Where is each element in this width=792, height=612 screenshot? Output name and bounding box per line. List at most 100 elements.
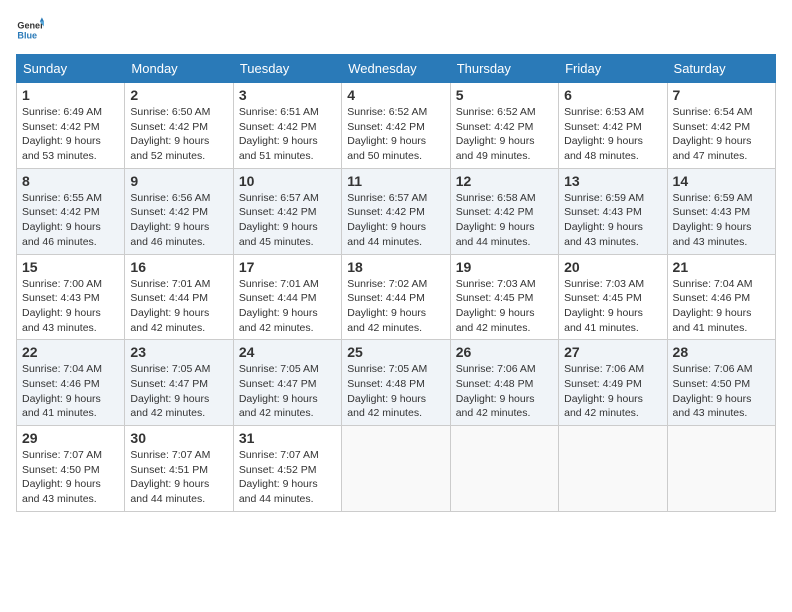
day-cell: 12 Sunrise: 6:58 AMSunset: 4:42 PMDayligh… xyxy=(450,168,558,254)
day-cell xyxy=(342,426,450,512)
day-number: 23 xyxy=(130,344,227,360)
day-cell: 4 Sunrise: 6:52 AMSunset: 4:42 PMDaylight… xyxy=(342,83,450,169)
day-info: Sunrise: 7:05 AMSunset: 4:48 PMDaylight:… xyxy=(347,362,444,421)
day-number: 15 xyxy=(22,259,119,275)
day-info: Sunrise: 6:55 AMSunset: 4:42 PMDaylight:… xyxy=(22,191,119,250)
day-info: Sunrise: 7:01 AMSunset: 4:44 PMDaylight:… xyxy=(130,277,227,336)
svg-text:General: General xyxy=(17,21,44,31)
day-info: Sunrise: 7:04 AMSunset: 4:46 PMDaylight:… xyxy=(673,277,770,336)
day-info: Sunrise: 6:54 AMSunset: 4:42 PMDaylight:… xyxy=(673,105,770,164)
day-cell: 1 Sunrise: 6:49 AMSunset: 4:42 PMDaylight… xyxy=(17,83,125,169)
day-info: Sunrise: 7:05 AMSunset: 4:47 PMDaylight:… xyxy=(130,362,227,421)
day-info: Sunrise: 7:06 AMSunset: 4:48 PMDaylight:… xyxy=(456,362,553,421)
day-cell: 8 Sunrise: 6:55 AMSunset: 4:42 PMDaylight… xyxy=(17,168,125,254)
weekday-header-sunday: Sunday xyxy=(17,55,125,83)
day-info: Sunrise: 7:07 AMSunset: 4:51 PMDaylight:… xyxy=(130,448,227,507)
day-cell: 28 Sunrise: 7:06 AMSunset: 4:50 PMDayligh… xyxy=(667,340,775,426)
day-info: Sunrise: 6:56 AMSunset: 4:42 PMDaylight:… xyxy=(130,191,227,250)
day-cell: 29 Sunrise: 7:07 AMSunset: 4:50 PMDayligh… xyxy=(17,426,125,512)
week-row-5: 29 Sunrise: 7:07 AMSunset: 4:50 PMDayligh… xyxy=(17,426,776,512)
day-cell: 30 Sunrise: 7:07 AMSunset: 4:51 PMDayligh… xyxy=(125,426,233,512)
day-cell: 27 Sunrise: 7:06 AMSunset: 4:49 PMDayligh… xyxy=(559,340,667,426)
day-number: 25 xyxy=(347,344,444,360)
day-cell: 2 Sunrise: 6:50 AMSunset: 4:42 PMDaylight… xyxy=(125,83,233,169)
day-cell: 22Sunrise: 7:04 AMSunset: 4:46 PMDayligh… xyxy=(17,340,125,426)
day-cell: 25 Sunrise: 7:05 AMSunset: 4:48 PMDayligh… xyxy=(342,340,450,426)
day-number: 24 xyxy=(239,344,336,360)
day-info: Sunrise: 6:53 AMSunset: 4:42 PMDaylight:… xyxy=(564,105,661,164)
weekday-header-monday: Monday xyxy=(125,55,233,83)
week-row-2: 8 Sunrise: 6:55 AMSunset: 4:42 PMDaylight… xyxy=(17,168,776,254)
day-number: 26 xyxy=(456,344,553,360)
day-number: 10 xyxy=(239,173,336,189)
day-info: Sunrise: 6:50 AMSunset: 4:42 PMDaylight:… xyxy=(130,105,227,164)
day-number: 14 xyxy=(673,173,770,189)
day-info: Sunrise: 7:07 AMSunset: 4:52 PMDaylight:… xyxy=(239,448,336,507)
day-info: Sunrise: 7:00 AMSunset: 4:43 PMDaylight:… xyxy=(22,277,119,336)
day-number: 6 xyxy=(564,87,661,103)
day-info: Sunrise: 6:59 AMSunset: 4:43 PMDaylight:… xyxy=(564,191,661,250)
weekday-header-wednesday: Wednesday xyxy=(342,55,450,83)
day-cell: 23 Sunrise: 7:05 AMSunset: 4:47 PMDayligh… xyxy=(125,340,233,426)
day-number: 9 xyxy=(130,173,227,189)
day-number: 7 xyxy=(673,87,770,103)
day-info: Sunrise: 7:05 AMSunset: 4:47 PMDaylight:… xyxy=(239,362,336,421)
day-number: 4 xyxy=(347,87,444,103)
day-number: 8 xyxy=(22,173,119,189)
day-cell: 10 Sunrise: 6:57 AMSunset: 4:42 PMDayligh… xyxy=(233,168,341,254)
day-number: 17 xyxy=(239,259,336,275)
day-number: 12 xyxy=(456,173,553,189)
day-cell xyxy=(667,426,775,512)
day-number: 22 xyxy=(22,344,119,360)
day-number: 1 xyxy=(22,87,119,103)
day-info: Sunrise: 6:52 AMSunset: 4:42 PMDaylight:… xyxy=(347,105,444,164)
day-number: 16 xyxy=(130,259,227,275)
day-cell: 15 Sunrise: 7:00 AMSunset: 4:43 PMDayligh… xyxy=(17,254,125,340)
day-cell: 3 Sunrise: 6:51 AMSunset: 4:42 PMDaylight… xyxy=(233,83,341,169)
day-number: 27 xyxy=(564,344,661,360)
header: General Blue xyxy=(16,16,776,44)
day-number: 2 xyxy=(130,87,227,103)
day-info: Sunrise: 7:03 AMSunset: 4:45 PMDaylight:… xyxy=(564,277,661,336)
day-info: Sunrise: 7:06 AMSunset: 4:49 PMDaylight:… xyxy=(564,362,661,421)
day-info: Sunrise: 6:49 AMSunset: 4:42 PMDaylight:… xyxy=(22,105,119,164)
day-cell xyxy=(559,426,667,512)
day-number: 18 xyxy=(347,259,444,275)
day-cell xyxy=(450,426,558,512)
day-info: Sunrise: 7:06 AMSunset: 4:50 PMDaylight:… xyxy=(673,362,770,421)
day-cell: 24 Sunrise: 7:05 AMSunset: 4:47 PMDayligh… xyxy=(233,340,341,426)
day-number: 13 xyxy=(564,173,661,189)
logo-icon: General Blue xyxy=(16,16,44,44)
day-number: 3 xyxy=(239,87,336,103)
weekday-header-tuesday: Tuesday xyxy=(233,55,341,83)
week-row-1: 1 Sunrise: 6:49 AMSunset: 4:42 PMDaylight… xyxy=(17,83,776,169)
day-cell: 18 Sunrise: 7:02 AMSunset: 4:44 PMDayligh… xyxy=(342,254,450,340)
day-info: Sunrise: 6:57 AMSunset: 4:42 PMDaylight:… xyxy=(239,191,336,250)
day-info: Sunrise: 6:51 AMSunset: 4:42 PMDaylight:… xyxy=(239,105,336,164)
day-cell: 17 Sunrise: 7:01 AMSunset: 4:44 PMDayligh… xyxy=(233,254,341,340)
day-number: 5 xyxy=(456,87,553,103)
day-info: Sunrise: 7:03 AMSunset: 4:45 PMDaylight:… xyxy=(456,277,553,336)
day-info: Sunrise: 6:58 AMSunset: 4:42 PMDaylight:… xyxy=(456,191,553,250)
day-cell: 26 Sunrise: 7:06 AMSunset: 4:48 PMDayligh… xyxy=(450,340,558,426)
day-info: Sunrise: 7:01 AMSunset: 4:44 PMDaylight:… xyxy=(239,277,336,336)
day-number: 11 xyxy=(347,173,444,189)
week-row-4: 22Sunrise: 7:04 AMSunset: 4:46 PMDayligh… xyxy=(17,340,776,426)
weekday-header-saturday: Saturday xyxy=(667,55,775,83)
day-info: Sunrise: 7:07 AMSunset: 4:50 PMDaylight:… xyxy=(22,448,119,507)
day-number: 29 xyxy=(22,430,119,446)
day-info: Sunrise: 6:57 AMSunset: 4:42 PMDaylight:… xyxy=(347,191,444,250)
day-info: Sunrise: 7:02 AMSunset: 4:44 PMDaylight:… xyxy=(347,277,444,336)
day-number: 28 xyxy=(673,344,770,360)
day-number: 21 xyxy=(673,259,770,275)
day-cell: 6 Sunrise: 6:53 AMSunset: 4:42 PMDaylight… xyxy=(559,83,667,169)
day-cell: 14 Sunrise: 6:59 AMSunset: 4:43 PMDayligh… xyxy=(667,168,775,254)
day-info: Sunrise: 6:52 AMSunset: 4:42 PMDaylight:… xyxy=(456,105,553,164)
day-cell: 31 Sunrise: 7:07 AMSunset: 4:52 PMDayligh… xyxy=(233,426,341,512)
day-number: 30 xyxy=(130,430,227,446)
svg-text:Blue: Blue xyxy=(17,30,37,40)
day-number: 31 xyxy=(239,430,336,446)
weekday-header-row: SundayMondayTuesdayWednesdayThursdayFrid… xyxy=(17,55,776,83)
day-number: 20 xyxy=(564,259,661,275)
day-info: Sunrise: 6:59 AMSunset: 4:43 PMDaylight:… xyxy=(673,191,770,250)
